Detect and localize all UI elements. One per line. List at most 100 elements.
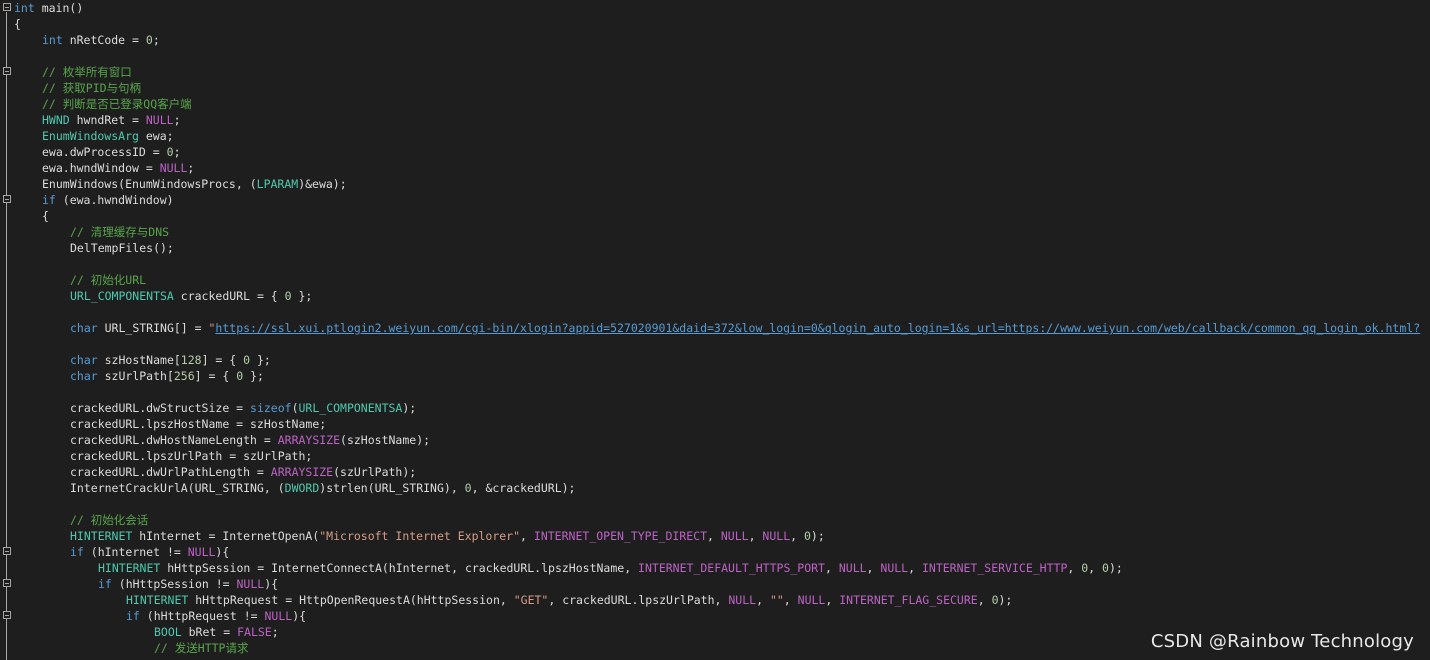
code-line[interactable]: HWND hwndRet = NULL; [14, 112, 1430, 128]
collapse-icon[interactable] [3, 547, 11, 555]
code-line[interactable] [14, 48, 1430, 64]
code-token: (hInternet != [83, 545, 188, 559]
code-line[interactable]: crackedURL.lpszUrlPath = szUrlPath; [14, 448, 1430, 464]
code-token: , [825, 593, 840, 607]
code-token: 0 [991, 593, 999, 607]
code-token: NULL [720, 529, 749, 543]
code-token: // 枚举所有窗口 [42, 65, 132, 79]
code-line[interactable]: { [14, 16, 1430, 32]
code-token: , [977, 593, 992, 607]
code-line-content: InternetCrackUrlA(URL_STRING, (DWORD)str… [14, 481, 575, 495]
code-token: sizeof [250, 401, 292, 415]
code-token: ( [291, 401, 299, 415]
code-line[interactable] [14, 496, 1430, 512]
code-line-content: crackedURL.lpszUrlPath = szUrlPath; [14, 449, 312, 463]
code-line[interactable]: HINTERNET hInternet = InternetOpenA("Mic… [14, 528, 1430, 544]
code-line[interactable]: char URL_STRING[] = "https://ssl.xui.ptl… [14, 320, 1430, 336]
code-line-content: { [14, 209, 49, 223]
code-line[interactable]: ewa.hwndWindow = NULL; [14, 160, 1430, 176]
code-line[interactable]: // 初始化会话 [14, 512, 1430, 528]
code-line-content: char szHostName[128] = { 0 }; [14, 353, 271, 367]
code-token[interactable]: https://ssl.xui.ptlogin2.weiyun.com/cgi-… [215, 321, 1420, 335]
code-token: ; [173, 145, 181, 159]
code-token: , [520, 529, 534, 543]
code-line[interactable]: if (hHttpRequest != NULL){ [3, 608, 1430, 624]
code-line-content: { [14, 17, 21, 31]
collapse-icon[interactable] [3, 67, 11, 75]
code-line[interactable]: URL_COMPONENTSA crackedURL = { 0 }; [14, 288, 1430, 304]
code-editor[interactable]: int main() {int nRetCode = 0; // 枚举所有窗口 // … [0, 0, 1430, 660]
code-line[interactable]: HINTERNET hHttpSession = InternetConnect… [14, 560, 1430, 576]
code-token: crackedURL.lpszUrlPath = szUrlPath; [70, 449, 313, 463]
code-token: ewa.hwndWindow = [42, 161, 160, 175]
code-token: , [756, 593, 770, 607]
code-token: // 获取PID与句柄 [42, 81, 142, 95]
code-token: EnumWindowsArg [42, 129, 139, 143]
code-line[interactable] [14, 256, 1430, 272]
code-token: int [14, 1, 35, 15]
collapse-icon[interactable] [3, 195, 11, 203]
code-token: crackedURL.dwUrlPathLength = [70, 465, 271, 479]
code-line[interactable]: if (hInternet != NULL){ [3, 544, 1430, 560]
code-line[interactable]: crackedURL.dwStructSize = sizeof(URL_COM… [14, 400, 1430, 416]
code-token: NULL [264, 609, 293, 623]
code-token: if [70, 545, 84, 559]
code-line[interactable]: InternetCrackUrlA(URL_STRING, (DWORD)str… [14, 480, 1430, 496]
code-line-content: // 发送HTTP请求 [14, 641, 248, 655]
code-line[interactable]: // 初始化URL [14, 272, 1430, 288]
code-area[interactable]: int main() {int nRetCode = 0; // 枚举所有窗口 // … [3, 0, 1430, 656]
code-line[interactable]: DelTempFiles(); [14, 240, 1430, 256]
code-token: DelTempFiles(); [70, 241, 174, 255]
code-token: )strlen(URL_STRING), [319, 481, 465, 495]
code-line[interactable]: int main() [3, 0, 1430, 16]
code-token: NULL [762, 529, 791, 543]
code-token: HINTERNET [70, 529, 133, 543]
code-line[interactable]: // 清理缓存与DNS [14, 224, 1430, 240]
code-line[interactable]: crackedURL.dwHostNameLength = ARRAYSIZE(… [14, 432, 1430, 448]
code-token: crackedURL.dwHostNameLength = [70, 433, 278, 447]
code-token: NULL [838, 561, 867, 575]
code-line[interactable]: if (ewa.hwndWindow) [3, 192, 1430, 208]
code-token: , &crackedURL); [471, 481, 576, 495]
code-line-content: crackedURL.dwUrlPathLength = ARRAYSIZE(s… [14, 465, 416, 479]
code-line[interactable]: ewa.dwProcessID = 0; [14, 144, 1430, 160]
code-line-content: ewa.dwProcessID = 0; [14, 145, 181, 159]
code-line[interactable]: char szHostName[128] = { 0 }; [14, 352, 1430, 368]
code-token: INTERNET_FLAG_SECURE [839, 593, 978, 607]
code-line-content: if (hInternet != NULL){ [14, 545, 229, 559]
code-token: // 判断是否已登录QQ客户端 [42, 97, 192, 111]
code-token: (hHttpRequest != [139, 609, 265, 623]
code-token: (hHttpSession != [111, 577, 237, 591]
code-line-content: // 判断是否已登录QQ客户端 [14, 97, 192, 111]
code-token: ; [152, 33, 160, 47]
code-line[interactable]: // 判断是否已登录QQ客户端 [14, 96, 1430, 112]
code-line[interactable]: // 获取PID与句柄 [14, 80, 1430, 96]
code-token: )&ewa); [298, 177, 347, 191]
code-line[interactable]: EnumWindows(EnumWindowsProcs, (LPARAM)&e… [14, 176, 1430, 192]
code-line-content: // 初始化会话 [14, 513, 148, 527]
code-line[interactable]: crackedURL.dwUrlPathLength = ARRAYSIZE(s… [14, 464, 1430, 480]
code-token: 0 [145, 33, 153, 47]
collapse-icon[interactable] [3, 3, 11, 11]
code-line[interactable]: if (hHttpSession != NULL){ [3, 576, 1430, 592]
code-line[interactable]: // 枚举所有窗口 [3, 64, 1430, 80]
code-line[interactable]: char szUrlPath[256] = { 0 }; [14, 368, 1430, 384]
code-line[interactable]: HINTERNET hHttpRequest = HttpOpenRequest… [14, 592, 1430, 608]
code-token: EnumWindows(EnumWindowsProcs, ( [42, 177, 257, 191]
code-line[interactable]: int nRetCode = 0; [14, 32, 1430, 48]
code-line[interactable] [14, 304, 1430, 320]
code-token: char [70, 369, 98, 383]
code-token: NULL [187, 545, 216, 559]
code-line[interactable]: { [14, 208, 1430, 224]
code-line[interactable]: crackedURL.lpszHostName = szHostName; [14, 416, 1430, 432]
code-token: (ewa.hwndWindow) [55, 193, 174, 207]
code-token: ] = { [194, 369, 237, 383]
code-token: NULL [236, 577, 265, 591]
code-token: int [42, 33, 63, 47]
code-line[interactable]: EnumWindowsArg ewa; [14, 128, 1430, 144]
collapse-icon[interactable] [3, 611, 11, 619]
code-line[interactable] [14, 384, 1430, 400]
code-line[interactable] [14, 336, 1430, 352]
code-token: "" [769, 593, 784, 607]
collapse-icon[interactable] [3, 579, 11, 587]
